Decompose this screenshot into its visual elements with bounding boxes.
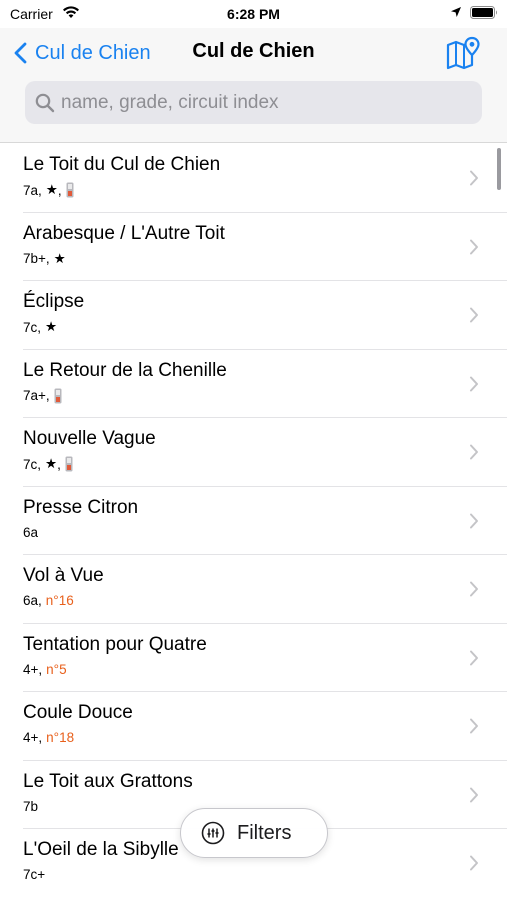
navigation-header: Cul de Chien Cul de Chien xyxy=(0,28,507,143)
boulder-details: 7c, ★, xyxy=(23,456,73,472)
boulder-details: 6a xyxy=(23,525,38,540)
boulder-name: L'Oeil de la Sibylle xyxy=(23,839,179,860)
star-icon: ★ xyxy=(45,182,58,197)
circuit-index: n°18 xyxy=(46,730,75,745)
boulder-name: Arabesque / L'Autre Toit xyxy=(23,222,225,244)
boulder-details: 7c, ★ xyxy=(23,319,58,335)
chevron-left-icon xyxy=(14,42,27,64)
boulder-details: 7a, ★, xyxy=(23,182,74,198)
list-item[interactable]: Le Retour de la Chenille 7a+, xyxy=(0,350,507,419)
list-item[interactable]: Coule Douce 4+, n°18 xyxy=(0,692,507,761)
chevron-right-icon xyxy=(470,855,478,871)
chevron-right-icon xyxy=(470,513,478,528)
crash-pad-icon xyxy=(54,388,62,403)
boulder-grade: 7c+ xyxy=(23,867,46,882)
star-icon: ★ xyxy=(45,319,58,334)
boulder-details: 4+, n°18 xyxy=(23,730,75,745)
boulder-name: Nouvelle Vague xyxy=(23,428,156,449)
boulder-grade: 6a xyxy=(23,593,39,608)
search-icon xyxy=(35,93,55,112)
chevron-right-icon xyxy=(470,376,478,391)
boulder-grade: 7c xyxy=(23,319,38,335)
star-icon: ★ xyxy=(53,250,66,266)
boulder-list: Le Toit du Cul de Chien 7a, ★, Arabesque / … xyxy=(0,144,507,900)
boulder-details: 7b+, ★ xyxy=(23,250,66,267)
map-icon[interactable] xyxy=(445,36,481,70)
boulder-details: 7c+ xyxy=(23,867,45,882)
status-time: 6:28 PM xyxy=(227,6,280,22)
status-bar: Carrier 6:28 PM xyxy=(0,0,507,28)
boulder-details: 4+, n°5 xyxy=(23,661,67,677)
circuit-index: n°16 xyxy=(45,593,74,608)
circuit-index: n°5 xyxy=(46,661,67,677)
chevron-right-icon xyxy=(470,787,478,802)
star-icon: ★ xyxy=(45,456,58,471)
boulder-grade: 4+ xyxy=(23,730,39,745)
boulder-name: Éclipse xyxy=(23,291,85,312)
boulder-grade: 7c xyxy=(23,456,38,472)
chevron-right-icon xyxy=(470,239,478,254)
list-item[interactable]: Le Toit du Cul de Chien 7a, ★, xyxy=(0,144,507,213)
filters-button[interactable]: Filters xyxy=(180,808,328,858)
search-bar[interactable] xyxy=(25,81,482,124)
list-item[interactable]: Vol à Vue 6a, n°16 xyxy=(0,555,507,624)
boulder-grade: 7a xyxy=(23,182,39,198)
list-item[interactable]: Tentation pour Quatre 4+, n°5 xyxy=(0,624,507,693)
boulder-grade: 7b xyxy=(23,798,39,814)
battery-icon xyxy=(470,6,497,19)
boulder-name: Le Toit du Cul de Chien xyxy=(23,154,221,175)
boulder-name: Le Toit aux Grattons xyxy=(23,770,193,792)
location-arrow-icon xyxy=(451,7,461,17)
boulder-grade: 7b+ xyxy=(23,251,46,266)
boulder-details: 6a, n°16 xyxy=(23,593,74,608)
filters-icon xyxy=(201,821,225,845)
boulder-name: Le Retour de la Chenille xyxy=(23,359,227,381)
back-button-label: Cul de Chien xyxy=(35,41,151,64)
boulder-name: Presse Citron xyxy=(23,496,139,518)
boulder-details: 7b xyxy=(23,799,38,814)
filters-label: Filters xyxy=(237,821,292,844)
boulder-name: Coule Douce xyxy=(23,702,133,723)
list-item[interactable]: Éclipse 7c, ★ xyxy=(0,281,507,350)
scrollbar[interactable] xyxy=(497,148,501,190)
crash-pad-icon xyxy=(65,456,73,472)
list-item[interactable]: Presse Citron 6a xyxy=(0,487,507,556)
boulder-grade: 4+ xyxy=(23,661,39,677)
crash-pad-icon xyxy=(66,182,74,198)
back-button[interactable]: Cul de Chien xyxy=(14,38,151,68)
chevron-right-icon xyxy=(470,650,478,665)
boulder-grade: 6a xyxy=(23,524,39,540)
boulder-name: Tentation pour Quatre xyxy=(23,633,207,655)
list-item[interactable]: Arabesque / L'Autre Toit 7b+, ★ xyxy=(0,213,507,282)
search-input[interactable] xyxy=(61,91,461,114)
chevron-right-icon xyxy=(470,170,478,186)
chevron-right-icon xyxy=(470,444,478,460)
chevron-right-icon xyxy=(470,581,478,597)
chevron-right-icon xyxy=(470,718,478,734)
boulder-grade: 7a+ xyxy=(23,388,46,403)
list-item[interactable]: Nouvelle Vague 7c, ★, xyxy=(0,418,507,487)
chevron-right-icon xyxy=(470,307,478,323)
boulder-details: 7a+, xyxy=(23,388,62,404)
boulder-name: Vol à Vue xyxy=(23,565,104,586)
